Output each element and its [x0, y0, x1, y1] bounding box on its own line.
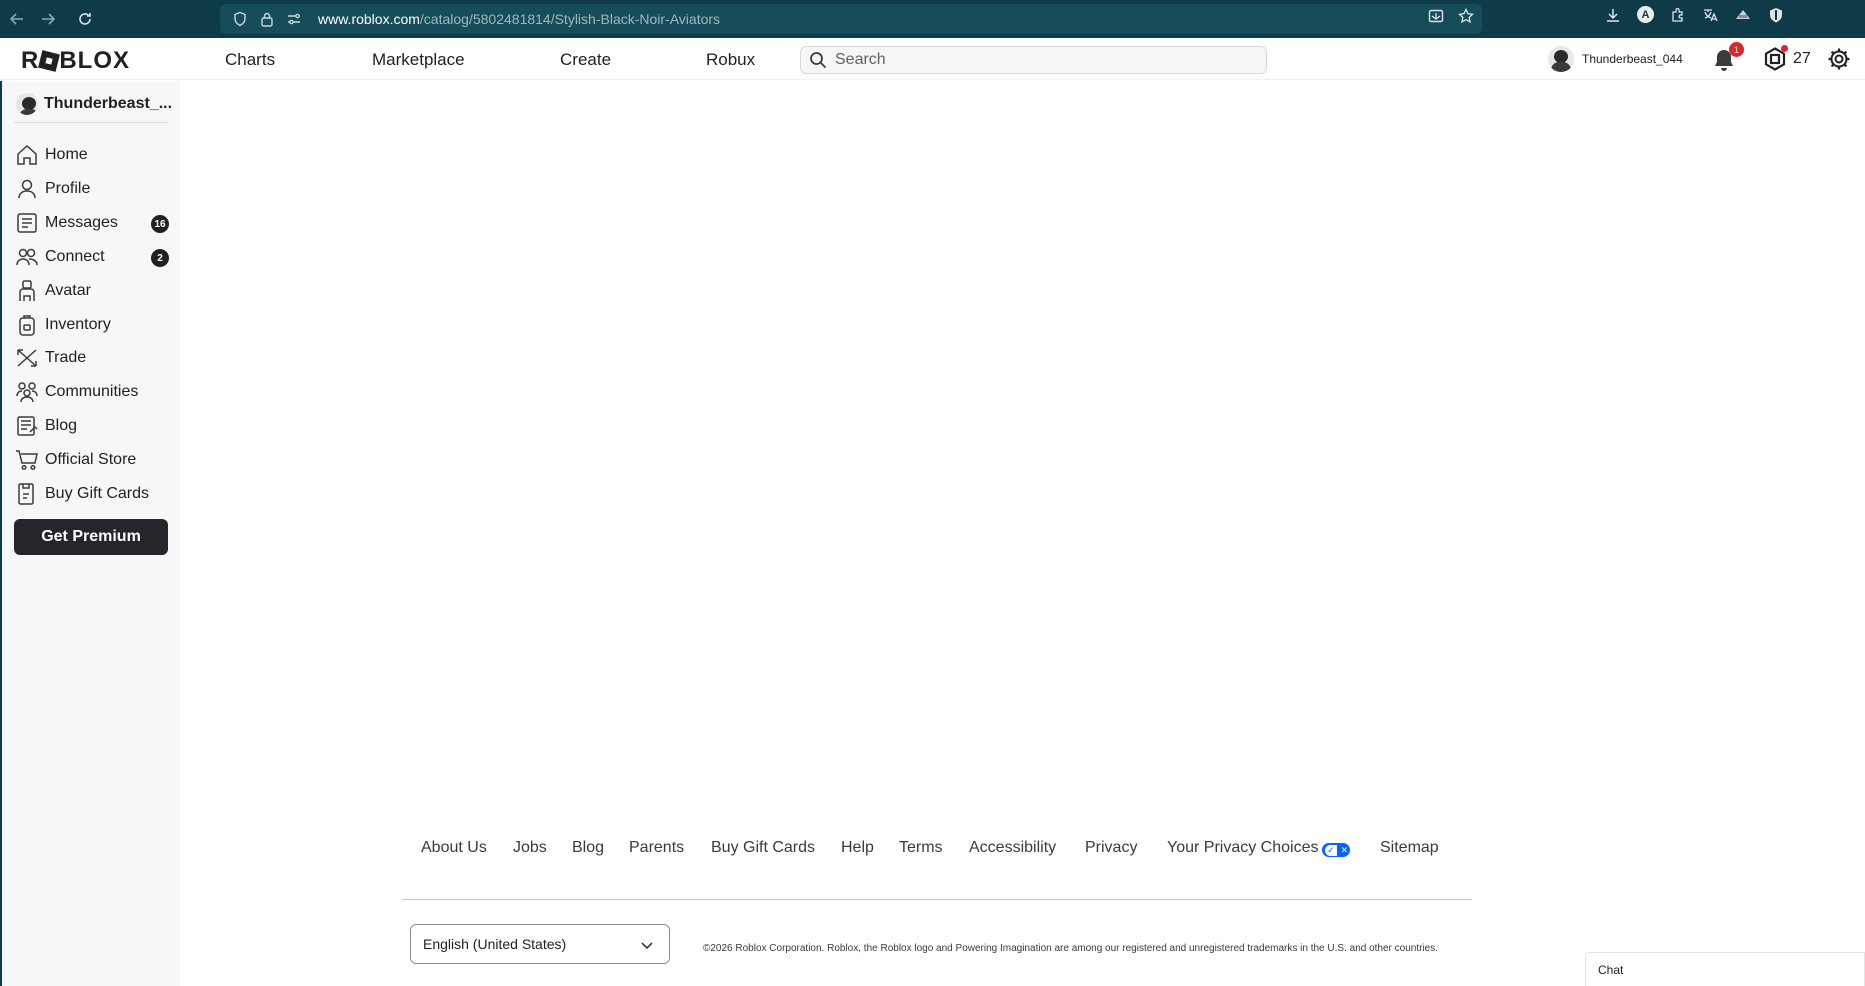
sidebar-item-buy-gift-cards[interactable]: Buy Gift Cards [15, 480, 175, 508]
home-icon [15, 143, 39, 167]
trade-icon [15, 346, 39, 370]
sidebar-item-label: Trade [45, 349, 87, 366]
notification-badge: 1 [1729, 42, 1744, 57]
connect-count-badge: 2 [151, 249, 169, 267]
translate-icon[interactable] [1702, 7, 1718, 23]
robux-alert-dot [1781, 45, 1788, 52]
nav-charts[interactable]: Charts [225, 50, 275, 70]
footer-link-accessibility[interactable]: Accessibility [969, 839, 1056, 857]
downloads-icon[interactable] [1605, 7, 1621, 23]
inventory-icon [15, 313, 39, 337]
extensions-icon[interactable] [1670, 7, 1686, 23]
footer-link-about-us[interactable]: About Us [421, 839, 487, 857]
sidebar-item-label: Profile [45, 180, 91, 197]
sidebar-item-communities[interactable]: Communities [15, 378, 175, 406]
footer-link-jobs[interactable]: Jobs [513, 839, 547, 857]
sidebar-item-label: Home [45, 146, 88, 163]
reload-icon [79, 13, 91, 25]
footer-link-blog[interactable]: Blog [572, 839, 604, 857]
bookmark-star-icon[interactable] [1458, 8, 1474, 24]
sidebar-item-avatar[interactable]: Avatar [15, 277, 175, 305]
address-bar[interactable]: www.roblox.com/catalog/5802481814/Stylis… [220, 4, 1482, 34]
url-text[interactable]: www.roblox.com/catalog/5802481814/Stylis… [318, 11, 720, 27]
browser-toolbar: www.roblox.com/catalog/5802481814/Stylis… [0, 0, 1865, 38]
nav-marketplace[interactable]: Marketplace [372, 50, 465, 70]
account-extension-icon[interactable]: A [1637, 6, 1654, 23]
nav-robux[interactable]: Robux [706, 50, 755, 70]
footer-link-privacy[interactable]: Privacy [1085, 839, 1137, 857]
checkmark-icon: ✓ [1324, 844, 1337, 856]
search-input[interactable] [835, 51, 1255, 69]
footer-link-terms[interactable]: Terms [899, 839, 943, 857]
search-box[interactable] [800, 46, 1267, 74]
communities-icon [15, 380, 39, 404]
footer-link-privacy-choices[interactable]: Your Privacy Choices [1167, 839, 1318, 857]
search-icon [809, 51, 827, 69]
store-icon [15, 448, 39, 472]
sidebar-item-label: Inventory [45, 316, 111, 333]
privacy-choices-toggle-icon[interactable]: ✓ ✕ [1322, 843, 1350, 857]
settings-gear-icon[interactable] [1827, 47, 1851, 71]
sidebar-item-trade[interactable]: Trade [15, 344, 175, 372]
sidebar-item-label: Avatar [45, 282, 91, 299]
sidebar-item-inventory[interactable]: Inventory [15, 311, 175, 339]
sidebar-user[interactable]: Thunderbeast_... [16, 93, 172, 115]
back-arrow-icon [9, 13, 23, 25]
sidebar-item-label: Messages [45, 214, 118, 231]
sidebar-item-label: Buy Gift Cards [45, 485, 150, 502]
chat-widget[interactable]: Chat [1585, 952, 1865, 986]
sidebar-item-messages[interactable]: Messages 16 [15, 209, 175, 237]
sidebar-item-home[interactable]: Home [15, 141, 175, 169]
left-sidebar: Thunderbeast_... Home Profile Messages 1… [0, 81, 180, 986]
footer-link-parents[interactable]: Parents [629, 839, 684, 857]
avatar-icon [15, 279, 39, 303]
sidebar-item-blog[interactable]: Blog [15, 412, 175, 440]
sidebar-divider [14, 122, 168, 123]
nav-create[interactable]: Create [560, 50, 611, 70]
footer-link-sitemap[interactable]: Sitemap [1380, 839, 1439, 857]
sidebar-username: Thunderbeast_... [44, 95, 173, 112]
sidebar-item-label: Communities [45, 383, 139, 400]
site-permissions-icon[interactable] [286, 11, 302, 27]
profile-icon [15, 177, 39, 201]
user-profile-link[interactable]: Thunderbeast_044 [1548, 46, 1683, 72]
footer-link-buy-gift-cards[interactable]: Buy Gift Cards [711, 839, 815, 857]
messages-count-badge: 16 [151, 215, 169, 233]
sidebar-item-official-store[interactable]: Official Store [15, 446, 175, 474]
connect-icon [15, 245, 39, 269]
roblox-extension-icon[interactable] [1734, 7, 1752, 23]
header-username: Thunderbeast_044 [1582, 52, 1683, 66]
get-premium-button[interactable]: Get Premium [14, 519, 168, 555]
sidebar-item-connect[interactable]: Connect 2 [15, 243, 175, 271]
back-button[interactable] [2, 4, 32, 34]
footer-link-help[interactable]: Help [841, 839, 874, 857]
forward-arrow-icon [42, 13, 56, 25]
forward-button[interactable] [33, 4, 63, 34]
lock-icon[interactable] [260, 11, 274, 27]
sidebar-item-label: Connect [45, 248, 105, 265]
sidebar-item-profile[interactable]: Profile [15, 175, 175, 203]
avatar [16, 93, 38, 115]
language-select-value: English (United States) [423, 936, 567, 952]
chevron-down-icon [639, 937, 655, 953]
sidebar-item-label: Official Store [45, 451, 137, 468]
sidebar-item-label: Blog [45, 417, 78, 434]
shield-icon[interactable] [232, 11, 248, 27]
reader-view-icon[interactable] [1428, 8, 1444, 24]
chat-label: Chat [1598, 962, 1624, 977]
gift-card-icon [15, 482, 39, 506]
language-select[interactable]: English (United States) [410, 924, 670, 964]
messages-icon [15, 211, 39, 235]
blog-icon [15, 414, 39, 438]
footer-divider [402, 899, 1472, 900]
shield-extension-icon[interactable] [1768, 7, 1784, 23]
close-icon: ✕ [1340, 844, 1349, 855]
roblox-header: RBLOX Charts Marketplace Create Robux Th… [0, 38, 1865, 80]
avatar [1548, 46, 1574, 72]
reload-button[interactable] [70, 4, 100, 34]
robux-count: 27 [1793, 50, 1811, 67]
roblox-logo[interactable]: R BLOX [21, 47, 130, 75]
copyright-text: ©2026 Roblox Corporation. Roblox, the Ro… [703, 943, 1439, 954]
